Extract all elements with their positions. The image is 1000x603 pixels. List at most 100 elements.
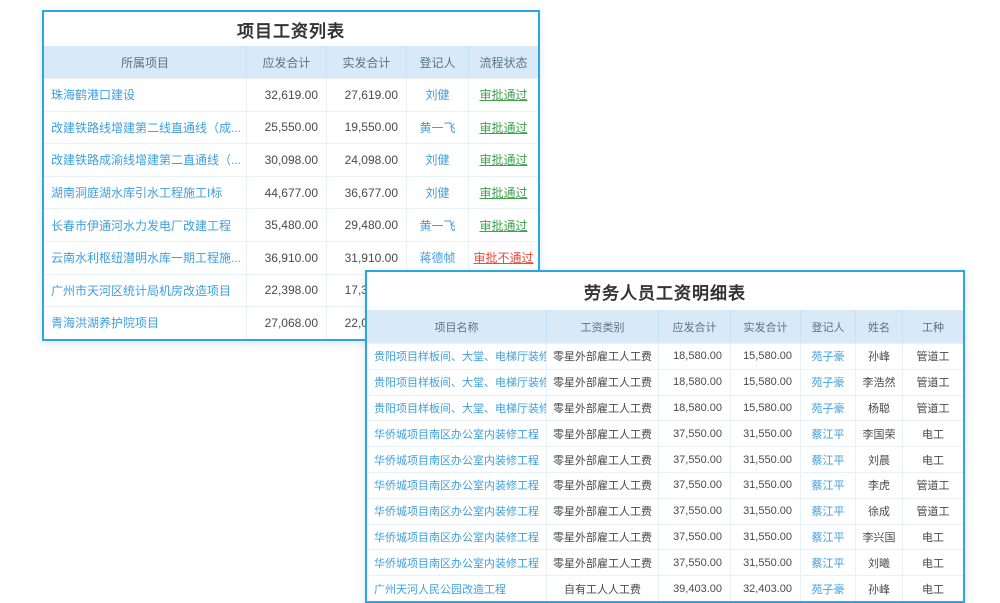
project-link[interactable]: 云南水利枢纽潜明水库一期工程施... <box>44 242 246 274</box>
worker-name-cell: 徐成 <box>855 499 902 524</box>
worker-name-cell: 孙峰 <box>855 344 902 369</box>
registrant-link[interactable]: 苑子豪 <box>800 576 855 601</box>
payable-total-cell: 35,480.00 <box>246 209 326 241</box>
salary-category-cell: 自有工人人工费 <box>546 576 658 601</box>
payable-total-cell: 36,910.00 <box>246 242 326 274</box>
project-salary-table-title: 项目工资列表 <box>44 12 538 46</box>
column-header-worktype: 工种 <box>902 310 963 343</box>
status-link[interactable]: 审批通过 <box>468 177 538 209</box>
project-link[interactable]: 贵阳项目样板间、大堂、电梯厅装修 <box>367 396 546 421</box>
paid-total-cell: 19,550.00 <box>326 112 406 144</box>
table-row: 贵阳项目样板间、大堂、电梯厅装修零星外部雇工人工费18,580.0015,580… <box>367 343 963 369</box>
worker-name-cell: 杨聪 <box>855 396 902 421</box>
salary-category-cell: 零星外部雇工人工费 <box>546 396 658 421</box>
worktype-cell: 电工 <box>902 447 963 472</box>
paid-total-cell: 15,580.00 <box>730 396 800 421</box>
column-header-project: 所属项目 <box>44 46 246 78</box>
paid-total-cell: 15,580.00 <box>730 370 800 395</box>
registrant-link[interactable]: 刘健 <box>406 177 468 209</box>
project-link[interactable]: 长春市伊通河水力发电厂改建工程 <box>44 209 246 241</box>
registrant-link[interactable]: 蔡江平 <box>800 499 855 524</box>
paid-total-cell: 29,480.00 <box>326 209 406 241</box>
registrant-link[interactable]: 蔡江平 <box>800 447 855 472</box>
registrant-link[interactable]: 苑子豪 <box>800 396 855 421</box>
column-header-status: 流程状态 <box>468 46 538 78</box>
payable-total-cell: 27,068.00 <box>246 307 326 339</box>
project-link[interactable]: 华侨城项目南区办公室内装修工程 <box>367 499 546 524</box>
status-link[interactable]: 审批通过 <box>468 144 538 176</box>
registrant-link[interactable]: 苑子豪 <box>800 344 855 369</box>
labor-salary-detail-table-header-row: 项目名称工资类别应发合计实发合计登记人姓名工种 <box>367 310 963 343</box>
table-row: 华侨城项目南区办公室内装修工程零星外部雇工人工费37,550.0031,550.… <box>367 420 963 446</box>
salary-category-cell: 零星外部雇工人工费 <box>546 473 658 498</box>
worker-name-cell: 孙峰 <box>855 576 902 601</box>
worker-name-cell: 李兴国 <box>855 525 902 550</box>
worktype-cell: 电工 <box>902 421 963 446</box>
paid-total-cell: 15,580.00 <box>730 344 800 369</box>
paid-total-cell: 31,910.00 <box>326 242 406 274</box>
worktype-cell: 电工 <box>902 525 963 550</box>
project-salary-table-header-row: 所属项目应发合计实发合计登记人流程状态 <box>44 46 538 78</box>
payable-total-cell: 37,550.00 <box>658 473 730 498</box>
project-link[interactable]: 华侨城项目南区办公室内装修工程 <box>367 473 546 498</box>
project-link[interactable]: 贵阳项目样板间、大堂、电梯厅装修 <box>367 344 546 369</box>
table-row: 改建铁路线增建第二线直通线（成...25,550.0019,550.00黄一飞审… <box>44 111 538 144</box>
project-link[interactable]: 改建铁路线增建第二线直通线（成... <box>44 112 246 144</box>
worktype-cell: 管道工 <box>902 473 963 498</box>
registrant-link[interactable]: 黄一飞 <box>406 112 468 144</box>
project-link[interactable]: 华侨城项目南区办公室内装修工程 <box>367 550 546 575</box>
table-row: 贵阳项目样板间、大堂、电梯厅装修零星外部雇工人工费18,580.0015,580… <box>367 369 963 395</box>
status-link[interactable]: 审批通过 <box>468 209 538 241</box>
status-link[interactable]: 审批不通过 <box>468 242 538 274</box>
project-link[interactable]: 湖南洞庭湖水库引水工程施工I标 <box>44 177 246 209</box>
column-header-worker-name: 姓名 <box>855 310 902 343</box>
project-link[interactable]: 广州天河人民公园改造工程 <box>367 576 546 601</box>
column-header-registrant: 登记人 <box>406 46 468 78</box>
registrant-link[interactable]: 蔡江平 <box>800 525 855 550</box>
registrant-link[interactable]: 蔡江平 <box>800 473 855 498</box>
payable-total-cell: 30,098.00 <box>246 144 326 176</box>
project-link[interactable]: 华侨城项目南区办公室内装修工程 <box>367 447 546 472</box>
registrant-link[interactable]: 刘健 <box>406 79 468 111</box>
labor-salary-detail-table-body: 贵阳项目样板间、大堂、电梯厅装修零星外部雇工人工费18,580.0015,580… <box>367 343 963 601</box>
paid-total-cell: 32,403.00 <box>730 576 800 601</box>
payable-total-cell: 25,550.00 <box>246 112 326 144</box>
project-link[interactable]: 珠海鹤港口建设 <box>44 79 246 111</box>
payable-total-cell: 18,580.00 <box>658 344 730 369</box>
labor-salary-detail-table: 劳务人员工资明细表 项目名称工资类别应发合计实发合计登记人姓名工种 贵阳项目样板… <box>365 270 965 603</box>
registrant-link[interactable]: 蔡江平 <box>800 550 855 575</box>
registrant-link[interactable]: 蒋德帧 <box>406 242 468 274</box>
project-link[interactable]: 广州市天河区统计局机房改造项目 <box>44 275 246 307</box>
table-row: 云南水利枢纽潜明水库一期工程施...36,910.0031,910.00蒋德帧审… <box>44 241 538 274</box>
paid-total-cell: 31,550.00 <box>730 421 800 446</box>
worktype-cell: 管道工 <box>902 370 963 395</box>
registrant-link[interactable]: 蔡江平 <box>800 421 855 446</box>
table-row: 长春市伊通河水力发电厂改建工程35,480.0029,480.00黄一飞审批通过 <box>44 208 538 241</box>
payable-total-cell: 37,550.00 <box>658 525 730 550</box>
project-link[interactable]: 贵阳项目样板间、大堂、电梯厅装修 <box>367 370 546 395</box>
labor-salary-detail-table-title: 劳务人员工资明细表 <box>367 272 963 310</box>
project-link[interactable]: 青海洪湖养护院项目 <box>44 307 246 339</box>
status-link[interactable]: 审批通过 <box>468 112 538 144</box>
payable-total-cell: 44,677.00 <box>246 177 326 209</box>
column-header-payable-total: 应发合计 <box>246 46 326 78</box>
salary-category-cell: 零星外部雇工人工费 <box>546 344 658 369</box>
registrant-link[interactable]: 苑子豪 <box>800 370 855 395</box>
registrant-link[interactable]: 黄一飞 <box>406 209 468 241</box>
project-link[interactable]: 华侨城项目南区办公室内装修工程 <box>367 421 546 446</box>
paid-total-cell: 24,098.00 <box>326 144 406 176</box>
worker-name-cell: 李国荣 <box>855 421 902 446</box>
salary-category-cell: 零星外部雇工人工费 <box>546 550 658 575</box>
registrant-link[interactable]: 刘健 <box>406 144 468 176</box>
payable-total-cell: 37,550.00 <box>658 447 730 472</box>
worktype-cell: 电工 <box>902 550 963 575</box>
paid-total-cell: 36,677.00 <box>326 177 406 209</box>
paid-total-cell: 31,550.00 <box>730 550 800 575</box>
salary-category-cell: 零星外部雇工人工费 <box>546 421 658 446</box>
worker-name-cell: 刘晨 <box>855 447 902 472</box>
project-link[interactable]: 改建铁路成渝线增建第二直通线（... <box>44 144 246 176</box>
worktype-cell: 管道工 <box>902 499 963 524</box>
status-link[interactable]: 审批通过 <box>468 79 538 111</box>
project-link[interactable]: 华侨城项目南区办公室内装修工程 <box>367 525 546 550</box>
salary-category-cell: 零星外部雇工人工费 <box>546 370 658 395</box>
